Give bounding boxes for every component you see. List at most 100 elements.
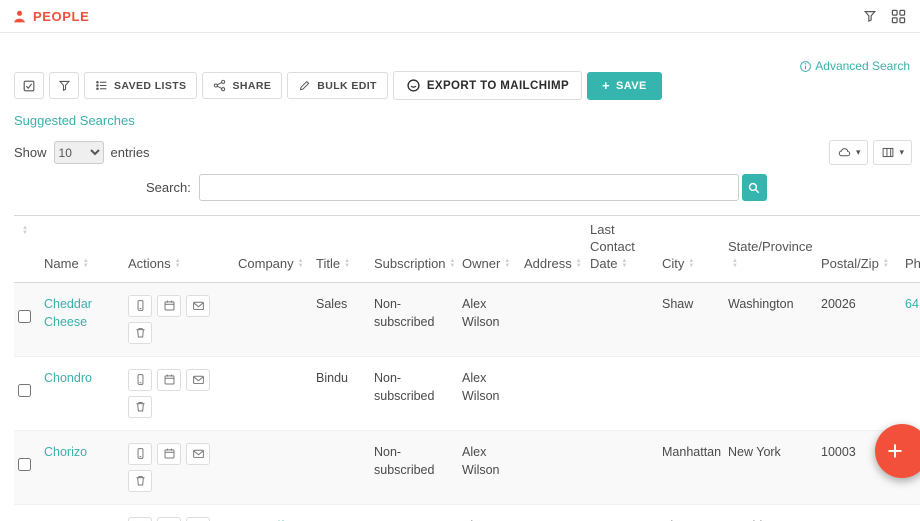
trash-icon xyxy=(134,326,147,339)
row-checkbox[interactable] xyxy=(18,310,31,323)
chevron-down-icon: ▾ xyxy=(899,147,904,158)
sort-icon[interactable]: ▲▼ xyxy=(83,259,89,269)
owner-cell: Alex Wilson xyxy=(462,282,524,356)
add-contact-fab[interactable]: + xyxy=(875,424,920,478)
last-contact-cell xyxy=(590,430,662,504)
email-button[interactable] xyxy=(186,295,210,317)
page-title: PEOPLE xyxy=(33,9,89,24)
share-icon xyxy=(213,79,226,92)
export-mailchimp-button[interactable]: EXPORT TO MAILCHIMP xyxy=(393,71,582,100)
column-label: Last Contact Date xyxy=(590,222,635,271)
contact-name-link[interactable]: Chondro xyxy=(44,371,92,385)
sort-icon[interactable]: ▲▼ xyxy=(883,259,889,269)
column-header-last-contact-date[interactable]: Last Contact Date▲▼ xyxy=(590,216,662,283)
column-header-title[interactable]: Title▲▼ xyxy=(316,216,374,283)
state-cell: New York xyxy=(728,430,821,504)
column-header-phone[interactable]: Phone▲▼ xyxy=(905,216,920,283)
column-label: State/Province xyxy=(728,239,813,254)
search-input[interactable] xyxy=(199,174,739,201)
toolbar-section: Advanced Search SAVED LISTS SHARE xyxy=(14,33,920,100)
advanced-search-link[interactable]: Advanced Search xyxy=(799,59,910,73)
calendar-button[interactable] xyxy=(157,369,181,391)
suggested-searches-link[interactable]: Suggested Searches xyxy=(14,113,135,128)
columns-dropdown-button[interactable]: ▾ xyxy=(873,140,912,165)
delete-button[interactable] xyxy=(128,322,152,344)
title-cell: Manager xyxy=(316,504,374,521)
column-header-state-province[interactable]: State/Province ▲▼ xyxy=(728,216,821,283)
show-label: Show xyxy=(14,145,47,160)
column-header-address[interactable]: Address▲▼ xyxy=(524,216,590,283)
contact-name-link[interactable]: Chorizo xyxy=(44,445,87,459)
contact-name-link[interactable]: Cheddar Cheese xyxy=(44,297,92,330)
filter-icon[interactable] xyxy=(861,7,879,25)
sort-icon[interactable]: ▲▼ xyxy=(175,259,181,269)
columns-icon xyxy=(881,146,895,159)
envelope-icon xyxy=(192,373,205,386)
row-checkbox[interactable] xyxy=(18,384,31,397)
email-button[interactable] xyxy=(186,443,210,465)
state-cell: Washington xyxy=(728,282,821,356)
column-header-actions[interactable]: Actions▲▼ xyxy=(128,216,238,283)
email-button[interactable] xyxy=(186,517,210,521)
address-cell xyxy=(524,356,590,430)
city-cell xyxy=(662,356,728,430)
select-checkbox-button[interactable] xyxy=(14,72,44,99)
table-row: Cheddar Cheese Sales Non-subscribed Alex… xyxy=(14,282,920,356)
state-cell: Washington xyxy=(728,504,821,521)
filter-button[interactable] xyxy=(49,72,79,99)
column-header-owner[interactable]: Owner ▲▼ xyxy=(462,216,524,283)
entries-select[interactable]: 10 xyxy=(54,141,104,164)
entries-control: Show 10 entries xyxy=(14,141,150,164)
sort-icon[interactable]: ▲▼ xyxy=(732,259,738,269)
calendar-button[interactable] xyxy=(157,295,181,317)
email-button[interactable] xyxy=(186,369,210,391)
column-header-name[interactable]: Name ▲▼ xyxy=(44,216,128,283)
search-submit-button[interactable] xyxy=(742,174,767,201)
bulk-edit-button[interactable]: BULK EDIT xyxy=(287,72,388,99)
calendar-button[interactable] xyxy=(157,517,181,521)
sort-icon[interactable]: ▲▼ xyxy=(504,259,510,269)
column-label: Postal/Zip xyxy=(821,256,879,271)
calendar-button[interactable] xyxy=(157,443,181,465)
column-header-city[interactable]: City ▲▼ xyxy=(662,216,728,283)
row-checkbox[interactable] xyxy=(18,458,31,471)
apps-grid-icon[interactable] xyxy=(889,7,908,26)
sort-icon[interactable]: ▲▼ xyxy=(298,259,304,269)
page-brand: PEOPLE xyxy=(12,9,89,24)
column-header-company[interactable]: Company▲▼ xyxy=(238,216,316,283)
delete-button[interactable] xyxy=(128,470,152,492)
sort-icon[interactable]: ▲▼ xyxy=(450,259,456,269)
column-label: Owner xyxy=(462,256,500,271)
sort-icon[interactable]: ▲▼ xyxy=(688,259,694,269)
export-dropdown-button[interactable]: ▾ xyxy=(829,140,869,165)
saved-lists-button[interactable]: SAVED LISTS xyxy=(84,72,197,99)
mobile-phone-icon xyxy=(134,447,147,460)
column-header-subscription[interactable]: Subscription ▲▼ xyxy=(374,216,462,283)
save-button[interactable]: + SAVE xyxy=(587,72,662,100)
call-button[interactable] xyxy=(128,443,152,465)
phone-link[interactable]: 64 xyxy=(905,297,919,311)
call-button[interactable] xyxy=(128,295,152,317)
sort-icon[interactable]: ▲▼ xyxy=(621,259,627,269)
sort-icon[interactable]: ▲▼ xyxy=(344,259,350,269)
owner-cell: Alex Wilson xyxy=(462,504,524,521)
sort-icon[interactable]: ▲▼ xyxy=(576,259,582,269)
top-bar: PEOPLE xyxy=(0,0,920,33)
info-icon xyxy=(799,60,812,73)
postal-cell: 20026 xyxy=(821,282,905,356)
column-label: City xyxy=(662,256,684,271)
column-label: Name xyxy=(44,256,79,271)
call-button[interactable] xyxy=(128,517,152,521)
export-mailchimp-label: EXPORT TO MAILCHIMP xyxy=(427,80,569,92)
call-button[interactable] xyxy=(128,369,152,391)
column-header-postal-zip[interactable]: Postal/Zip ▲▼ xyxy=(821,216,905,283)
title-cell: Bindu xyxy=(316,356,374,430)
table-row: Connor Grant Aqua Life Manager Non-subsc… xyxy=(14,504,920,521)
sort-icon[interactable]: ▲▼ xyxy=(22,226,28,236)
column-label: Subscription xyxy=(374,256,446,271)
delete-button[interactable] xyxy=(128,396,152,418)
share-button[interactable]: SHARE xyxy=(202,72,282,99)
last-contact-cell xyxy=(590,356,662,430)
column-header-select[interactable]: ▲▼ xyxy=(14,216,44,283)
last-contact-cell xyxy=(590,282,662,356)
